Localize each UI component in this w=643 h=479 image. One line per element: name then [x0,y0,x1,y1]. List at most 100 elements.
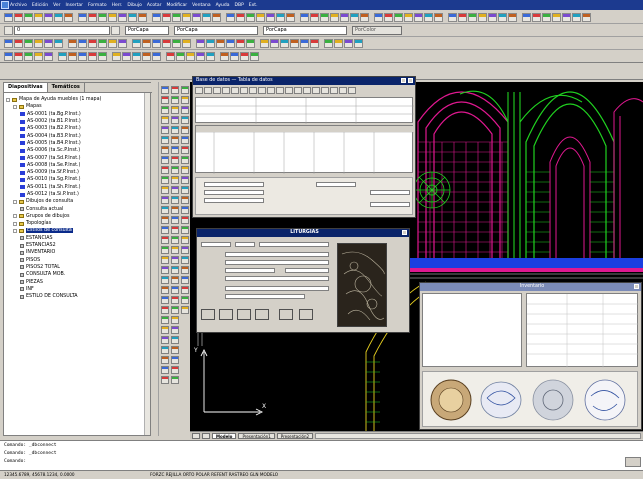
draw-tool-icon[interactable] [171,126,179,134]
tree-node[interactable]: PISOS [6,257,150,264]
draw-tool-icon[interactable] [181,86,189,94]
draw-tool-icon[interactable] [161,86,169,94]
toolbar-button-icon[interactable] [404,13,413,22]
data-view-tool-icon[interactable] [204,87,212,94]
draw-tool-icon[interactable] [181,156,189,164]
menu-insertar[interactable]: Insertar [65,3,83,8]
draw-tool-icon[interactable] [161,306,169,314]
draw-tool-icon[interactable] [181,306,189,314]
tab-modelo[interactable]: Modelo [212,432,237,439]
toolbar-button-icon[interactable] [192,13,201,22]
draw-tool-icon[interactable] [181,176,189,184]
toolbar-button-icon[interactable] [344,39,353,48]
maximize-icon[interactable] [401,78,406,83]
draw-tool-icon[interactable] [171,96,179,104]
menu-dibujo[interactable]: Dibujo [127,3,141,8]
draw-tool-icon[interactable] [171,346,179,354]
menu-formato[interactable]: Formato [88,3,107,8]
toolbar-button-icon[interactable] [118,39,127,48]
draw-tool-icon[interactable] [171,106,179,114]
toolbar-button-icon[interactable] [226,39,235,48]
toolbar-button-icon[interactable] [414,13,423,22]
toolbar-button-icon[interactable] [142,52,151,61]
draw-tool-icon[interactable] [161,376,169,384]
toolbar-button-icon[interactable] [206,39,215,48]
close-icon[interactable] [402,230,407,235]
data-view-tool-icon[interactable] [195,87,203,94]
linetype-combo[interactable]: PorCapa [174,26,258,35]
draw-tool-icon[interactable] [171,326,179,334]
toolbar-button-icon[interactable] [330,13,339,22]
toolbar-button-icon[interactable] [142,39,151,48]
tree-node[interactable]: AS-0005 (ta.B4.P.Inst.) [6,140,150,147]
data-view-tool-icon[interactable] [231,87,239,94]
draw-tool-icon[interactable] [181,166,189,174]
toolbar-button-icon[interactable] [34,52,43,61]
data-view-tool-icon[interactable] [321,87,329,94]
draw-tool-icon[interactable] [171,286,179,294]
toolbar-button-icon[interactable] [44,13,53,22]
toolbar-button-icon[interactable] [324,39,333,48]
draw-tool-icon[interactable] [181,126,189,134]
draw-tool-icon[interactable] [181,226,189,234]
draw-tool-icon[interactable] [161,246,169,254]
toolbar-button-icon[interactable] [246,39,255,48]
record-name-field[interactable] [259,242,329,247]
toolbar-button-icon[interactable] [276,13,285,22]
menu-ver[interactable]: Ver [53,3,60,8]
tree-node[interactable]: PIEZAS [6,278,150,285]
toolbar-button-icon[interactable] [552,13,561,22]
draw-tool-icon[interactable] [161,296,169,304]
toolbar-button-icon[interactable] [152,52,161,61]
draw-tool-icon[interactable] [171,266,179,274]
draw-tool-icon[interactable] [181,286,189,294]
draw-tool-icon[interactable] [161,256,169,264]
horizontal-scrollbar[interactable] [315,432,641,439]
next-record-button[interactable] [237,309,251,320]
tree-node[interactable]: AS-0003 (ta.B2.P.Inst.) [6,125,150,132]
toolbar-button-icon[interactable] [220,52,229,61]
toolbar-button-icon[interactable] [310,39,319,48]
toolbar-button-icon[interactable] [202,13,211,22]
toolbar-button-icon[interactable] [532,13,541,22]
toolbar-button-icon[interactable] [256,13,265,22]
toolbar-button-icon[interactable] [488,13,497,22]
tree-node[interactable]: AS-0010 (ta.Sg.P.Inst.) [6,176,150,183]
last-record-button[interactable] [255,309,269,320]
toolbar-button-icon[interactable] [162,13,171,22]
toolbar-button-icon[interactable] [280,39,289,48]
record-ref-field[interactable] [225,294,305,299]
menu-ayuda[interactable]: Ayuda [216,3,230,8]
toolbar-button-icon[interactable] [434,13,443,22]
draw-tool-icon[interactable] [171,246,179,254]
toolbar-button-icon[interactable] [478,13,487,22]
draw-tool-icon[interactable] [161,116,169,124]
tree-node[interactable]: AS-0011 (ta.Sh.P.Inst.) [6,184,150,191]
toolbar-button-icon[interactable] [88,13,97,22]
menu-acotar[interactable]: Acotar [147,3,162,8]
toolbar-button-icon[interactable] [250,52,259,61]
toolbar-button-icon[interactable] [78,13,87,22]
data-view-tool-icon[interactable] [276,87,284,94]
tree-node[interactable]: AS-0009 (ta.Sf.P.Inst.) [6,169,150,176]
toolbar-button-icon[interactable] [54,39,63,48]
toolbar-button-icon[interactable] [132,52,141,61]
tree-node[interactable]: INVENTARIO [6,249,150,256]
toolbar-button-icon[interactable] [182,39,191,48]
draw-tool-icon[interactable] [181,246,189,254]
record-desc-field[interactable] [225,252,329,257]
command-prompt[interactable]: Comando: [4,459,26,464]
draw-tool-icon[interactable] [161,196,169,204]
layer-combo[interactable]: 0 [14,26,110,35]
toolbar-button-icon[interactable] [152,13,161,22]
draw-tool-icon[interactable] [171,166,179,174]
command-line-area[interactable]: Comando: _dbconnect Comando: _dbconnect … [0,440,643,470]
toolbar-button-icon[interactable] [186,52,195,61]
toolbar-button-icon[interactable] [320,13,329,22]
draw-tool-icon[interactable] [181,186,189,194]
draw-tool-icon[interactable] [171,296,179,304]
expand-icon[interactable] [13,214,17,219]
toolbar-button-icon[interactable] [4,39,13,48]
record-material-field[interactable] [225,260,329,265]
toolbar-button-icon[interactable] [230,52,239,61]
